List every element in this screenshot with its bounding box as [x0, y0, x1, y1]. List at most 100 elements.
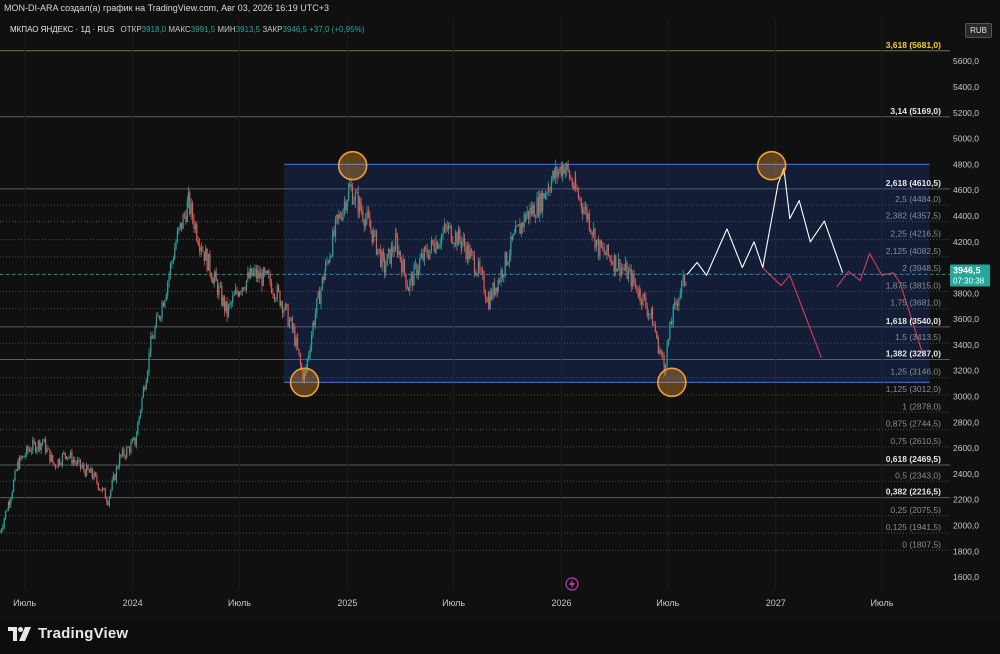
- candle-body: [660, 350, 662, 354]
- candle-body: [139, 410, 142, 417]
- candle-body: [586, 206, 588, 219]
- candle-body: [134, 437, 136, 446]
- candle-body: [111, 480, 113, 490]
- candle-body: [666, 344, 668, 366]
- candle-body: [540, 193, 542, 212]
- candle-body: [639, 289, 641, 301]
- candle-body: [247, 272, 249, 281]
- candle-body: [26, 446, 28, 456]
- time-axis[interactable]: Июль 2024 Июль 2025 Июль 2026 Июль 2027 Июль: [13, 598, 894, 608]
- candle-body: [244, 289, 246, 291]
- candle-body: [232, 296, 234, 303]
- candle-body: [169, 263, 172, 275]
- candle-body: [447, 225, 450, 230]
- candle-body: [167, 282, 169, 295]
- price-tick-label: 5000,0: [953, 134, 979, 144]
- price-chart[interactable]: 3,618 (5681,0) 3,14 (5169,0) 2,618 (4610,5…: [0, 18, 1000, 618]
- candle-body: [245, 280, 248, 290]
- candle-body: [445, 224, 447, 228]
- candle-body: [523, 214, 525, 228]
- candle-body: [346, 200, 348, 211]
- bottom-bar: TradingView: [0, 618, 1000, 654]
- fib-level-label: 0,5 (2343,0): [895, 470, 941, 480]
- candle-body: [669, 322, 671, 339]
- candle-body: [227, 304, 230, 317]
- candle-body: [68, 456, 70, 458]
- candle-body: [270, 283, 273, 293]
- candle-body: [221, 286, 223, 306]
- candle-body: [53, 462, 55, 466]
- candle-body: [349, 184, 351, 187]
- candle-body: [477, 261, 480, 274]
- candle-body: [393, 251, 395, 253]
- candle-body: [56, 466, 58, 468]
- candle-body: [205, 248, 207, 261]
- candle-body: [457, 229, 459, 246]
- tradingview-logo[interactable]: TradingView: [8, 625, 128, 642]
- candle-body: [255, 268, 257, 279]
- candle-body: [407, 288, 410, 291]
- candle-body: [519, 224, 521, 234]
- candle-body: [536, 197, 538, 218]
- candle-body: [40, 443, 42, 450]
- candle-body: [637, 292, 639, 297]
- candle-body: [390, 246, 392, 264]
- candle-body: [619, 259, 621, 276]
- candle-body: [473, 255, 476, 274]
- candle-body: [432, 240, 434, 244]
- price-channel[interactable]: [284, 163, 930, 384]
- candle-body: [375, 230, 378, 255]
- candle-body: [567, 163, 569, 171]
- candle-body: [310, 335, 313, 350]
- candle-body: [537, 197, 540, 216]
- candle-body: [419, 259, 421, 271]
- candle-body: [566, 163, 568, 170]
- candle-body: [366, 211, 368, 219]
- candle-body: [604, 253, 607, 255]
- candle-body: [10, 498, 12, 505]
- candle-body: [497, 280, 499, 292]
- last-price-value: 3946,5: [953, 265, 981, 275]
- fib-level-label: 2,382 (4357,5): [886, 210, 941, 220]
- fib-level-label: 1,25 (3146,0): [890, 367, 941, 377]
- low-value: 3913,5: [235, 25, 261, 34]
- candle-body: [555, 167, 557, 179]
- candle-body: [158, 315, 160, 319]
- symbol-legend[interactable]: МКПАО ЯНДЕКС · 1Д · RUS ОТКР3918,0 МАКС3…: [10, 25, 364, 34]
- candle-body: [389, 249, 391, 264]
- candle-body: [275, 299, 277, 300]
- candle-body: [252, 271, 255, 276]
- candle-body: [128, 447, 131, 453]
- currency-button[interactable]: RUB: [965, 23, 992, 38]
- candle-body: [495, 287, 497, 296]
- candle-body: [616, 268, 618, 272]
- candle-body: [527, 210, 530, 219]
- candle-body: [298, 348, 300, 355]
- candle-body: [685, 283, 687, 286]
- candle-body: [483, 274, 485, 294]
- candle-body: [237, 292, 239, 297]
- candle-body: [314, 313, 316, 326]
- time-tick-label: 2024: [123, 598, 143, 608]
- candle-body: [399, 251, 401, 261]
- candle-body: [504, 252, 506, 275]
- candle-body: [108, 496, 110, 506]
- candle-body: [5, 510, 7, 519]
- candle-body: [196, 224, 198, 240]
- candle-body: [594, 228, 596, 248]
- candle-body: [323, 276, 325, 281]
- price-tick-label: 3600,0: [953, 314, 979, 324]
- chart-area[interactable]: 3,618 (5681,0) 3,14 (5169,0) 2,618 (4610,5…: [0, 18, 1000, 618]
- candle-body: [182, 214, 184, 229]
- candle-body: [317, 291, 319, 299]
- candle-body: [369, 217, 371, 227]
- candle-body: [154, 327, 156, 339]
- candle-body: [90, 468, 92, 473]
- time-tick-label: Июль: [870, 598, 893, 608]
- candle-body: [590, 229, 592, 233]
- price-tick-label: 3800,0: [953, 288, 979, 298]
- candle-body: [33, 440, 35, 443]
- candle-body: [164, 300, 166, 307]
- candle-body: [292, 327, 294, 330]
- candle-body: [135, 435, 137, 446]
